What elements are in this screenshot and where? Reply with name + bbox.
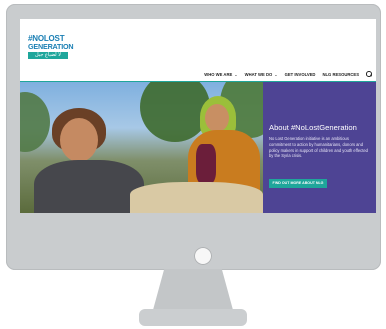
nav-item-nlg-resources[interactable]: NLG RESOURCES bbox=[322, 72, 359, 77]
logo-line-2: GENERATION bbox=[28, 42, 74, 51]
about-text: No Lost Generation initiative is an ambi… bbox=[269, 136, 368, 159]
nlg-logo[interactable]: #NOLOST GENERATION لا لضياع جيل bbox=[28, 35, 74, 65]
nav-label: GET INVOLVED bbox=[284, 71, 316, 77]
about-title: About #NoLostGeneration bbox=[269, 123, 357, 132]
website-screen: #NOLOST GENERATION لا لضياع جيل WHO WE A… bbox=[20, 19, 376, 213]
nav-label: WHO WE ARE bbox=[204, 71, 233, 77]
nav-item-get-involved[interactable]: GET INVOLVED bbox=[285, 72, 316, 77]
main-nav: WHO WE ARE ⌄ WHAT WE DO ⌄ GET INVOLVED N… bbox=[204, 70, 373, 78]
chevron-down-icon: ⌄ bbox=[234, 71, 238, 77]
hero-photo-children bbox=[20, 82, 263, 213]
monitor-stand-neck bbox=[153, 269, 233, 310]
chevron-down-icon: ⌄ bbox=[274, 71, 278, 77]
nav-item-what-we-do[interactable]: WHAT WE DO ⌄ bbox=[245, 72, 278, 77]
monitor-power-dot bbox=[194, 247, 212, 265]
find-out-more-button[interactable]: FIND OUT MORE ABOUT NLG bbox=[269, 179, 327, 188]
hero-section: About #NoLostGeneration No Lost Generati… bbox=[20, 82, 376, 213]
site-header: #NOLOST GENERATION لا لضياع جيل WHO WE A… bbox=[20, 19, 376, 81]
nav-label: NLG RESOURCES bbox=[322, 71, 359, 77]
search-icon[interactable] bbox=[366, 71, 373, 77]
logo-arabic-tag: لا لضياع جيل bbox=[28, 52, 68, 59]
nav-item-who-we-are[interactable]: WHO WE ARE ⌄ bbox=[204, 72, 237, 77]
monitor-stand-base bbox=[139, 309, 247, 326]
nav-label: WHAT WE DO bbox=[244, 71, 273, 77]
about-panel: About #NoLostGeneration No Lost Generati… bbox=[263, 82, 376, 213]
